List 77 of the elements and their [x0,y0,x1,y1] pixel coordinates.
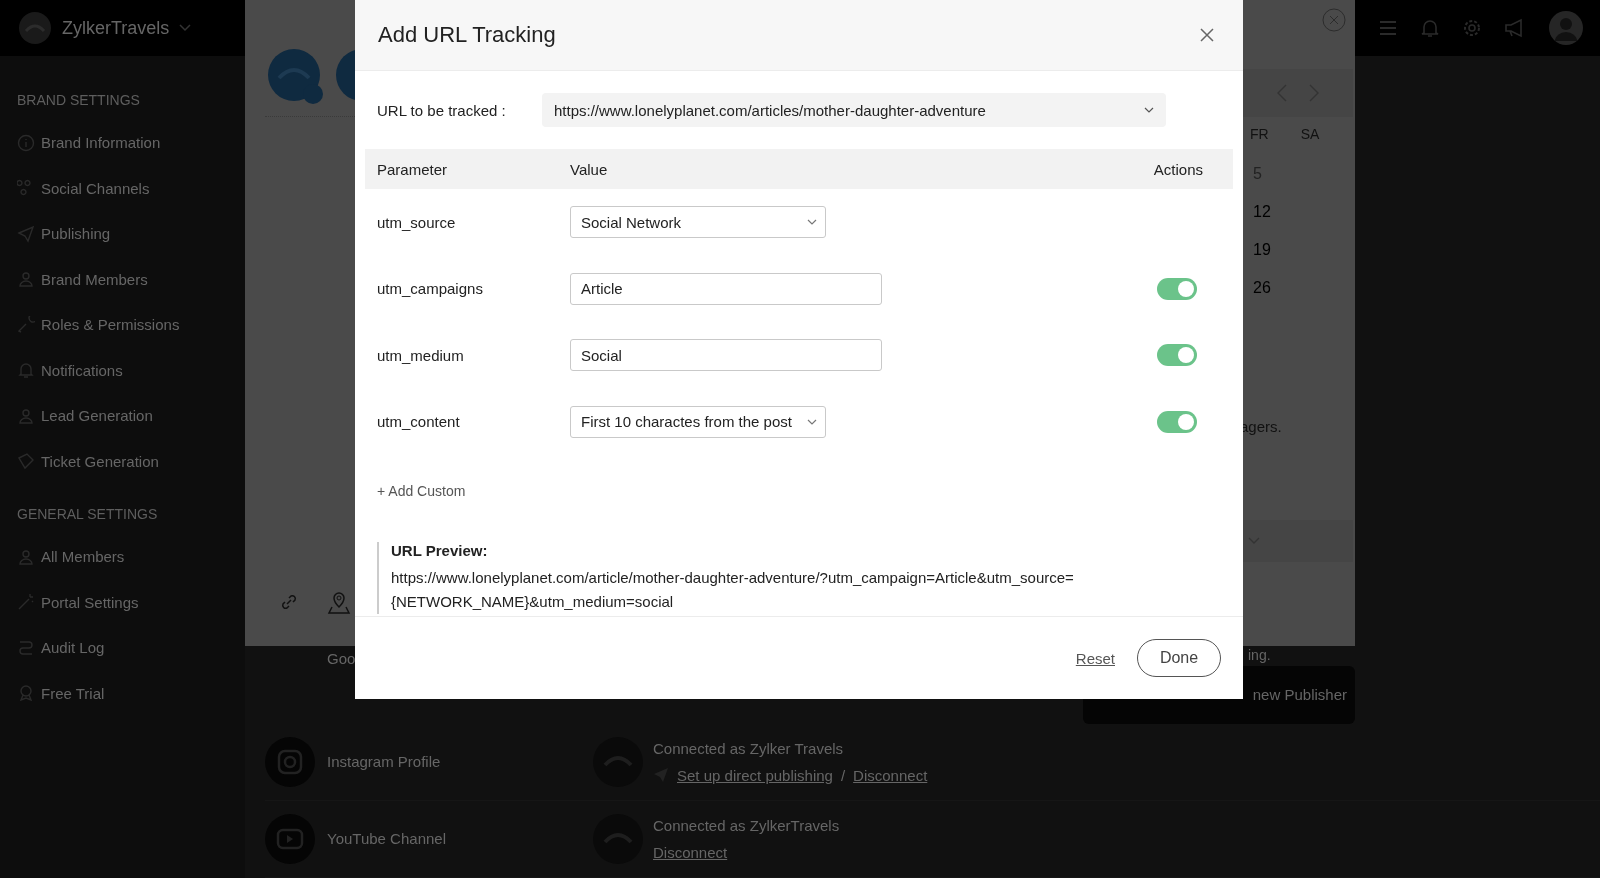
chevron-down-icon [1144,107,1154,113]
section-title: GENERAL SETTINGS [17,506,159,522]
route-icon [17,638,35,657]
value-input[interactable]: Social [570,339,882,372]
preview-url: https://www.lonelyplanet.com/article/mother-daughter-adventure/?utm_campaign=Article&utm_source={NETWORK_NAME}&utm_medium=social [391,568,1075,612]
menu-icon[interactable] [1378,19,1398,37]
column-header: Value [570,160,609,178]
sidebar-item[interactable]: Roles & Permissions [17,302,245,348]
bell-icon [17,361,35,380]
toggle-switch[interactable] [1157,344,1197,367]
sidebar-item[interactable]: Portal Settings [17,579,245,625]
brand-logo-icon [18,11,52,45]
sidebar-item[interactable]: Publishing [17,211,245,257]
channel-link[interactable]: Disconnect [653,843,728,861]
connection-status: Connected as ZylkerTravels [653,816,840,834]
field-label: URL to be tracked : [377,101,507,119]
channel-link[interactable]: Disconnect [853,766,928,784]
people-icon [17,547,35,566]
parameter-name: utm_content [376,413,461,431]
sidebar-item[interactable]: Notifications [17,347,245,393]
reset-link[interactable]: Reset [1075,649,1115,667]
info-icon [17,133,35,152]
sidebar-item[interactable]: Social Channels [17,165,245,211]
toggle-switch[interactable] [1157,277,1197,300]
chevron-down-icon[interactable] [179,24,192,32]
sidebar-item[interactable]: All Members [17,534,245,580]
weekday-label: SA [1300,126,1320,142]
column-header: Parameter [376,160,449,178]
connection-status: Connected as Zylker Travels [653,739,845,757]
play-icon [265,813,315,864]
brand-logo-icon [267,48,325,106]
sidebar-item[interactable]: Brand Members [17,256,245,302]
section-title: BRAND SETTINGS [17,92,141,108]
close-icon[interactable] [1199,27,1215,43]
calendar-date[interactable]: 19 [1253,241,1271,259]
people-icon [17,270,35,289]
done-button[interactable]: Done [1137,639,1221,677]
chevron-down-icon [807,219,817,226]
parameter-name: utm_campaigns [376,280,484,298]
badge-icon [17,684,35,703]
avatar-icon[interactable] [1548,10,1584,46]
bell-icon[interactable] [1420,18,1440,38]
wand-icon [17,593,35,612]
preview-label: URL Preview: [391,542,489,559]
weekday-label: FR [1250,126,1269,142]
sidebar-item[interactable]: Brand Information [17,120,245,166]
brand-name[interactable]: ZylkerTravels [62,17,170,39]
key-icon [17,315,35,334]
sidebar-item[interactable]: Ticket Generation [17,438,245,484]
toggle-switch[interactable] [1157,410,1197,433]
value-dropdown[interactable]: First 10 charactes from the post [570,405,826,438]
add-custom-link[interactable]: + Add Custom [377,483,466,499]
parameter-name: utm_source [376,213,457,231]
hint-text: ing. [1248,648,1271,663]
channel-link[interactable]: Set up direct publishing [677,766,833,784]
sidebar-item[interactable]: Free Trial [17,670,245,716]
calendar-date[interactable]: 26 [1253,279,1271,297]
calendar-date[interactable]: 12 [1253,203,1271,221]
camera-icon [265,736,315,787]
sidebar-item[interactable]: Audit Log [17,625,245,671]
parameter-name: utm_medium [376,346,465,364]
chevron-down-icon [807,418,817,425]
separator: / [840,766,846,784]
collapse-bar[interactable] [1240,520,1353,562]
person-icon [17,406,35,425]
link-icon[interactable] [279,592,299,612]
paper-plane-icon [17,224,35,243]
dialog-title: Add URL Tracking [378,22,556,48]
column-header: Actions [1152,160,1204,178]
url-dropdown[interactable]: https://www.lonelyplanet.com/articles/mother-daughter-adventure [542,93,1166,127]
sidebar-item[interactable]: Lead Generation [17,393,245,439]
location-pin-icon[interactable] [327,590,351,614]
value-dropdown[interactable]: Social Network [570,206,826,239]
value-input[interactable]: Article [570,272,882,305]
settings-icon[interactable] [1462,18,1482,38]
channel-name: Instagram Profile [327,753,441,771]
channel-name: YouTube Channel [327,830,446,848]
